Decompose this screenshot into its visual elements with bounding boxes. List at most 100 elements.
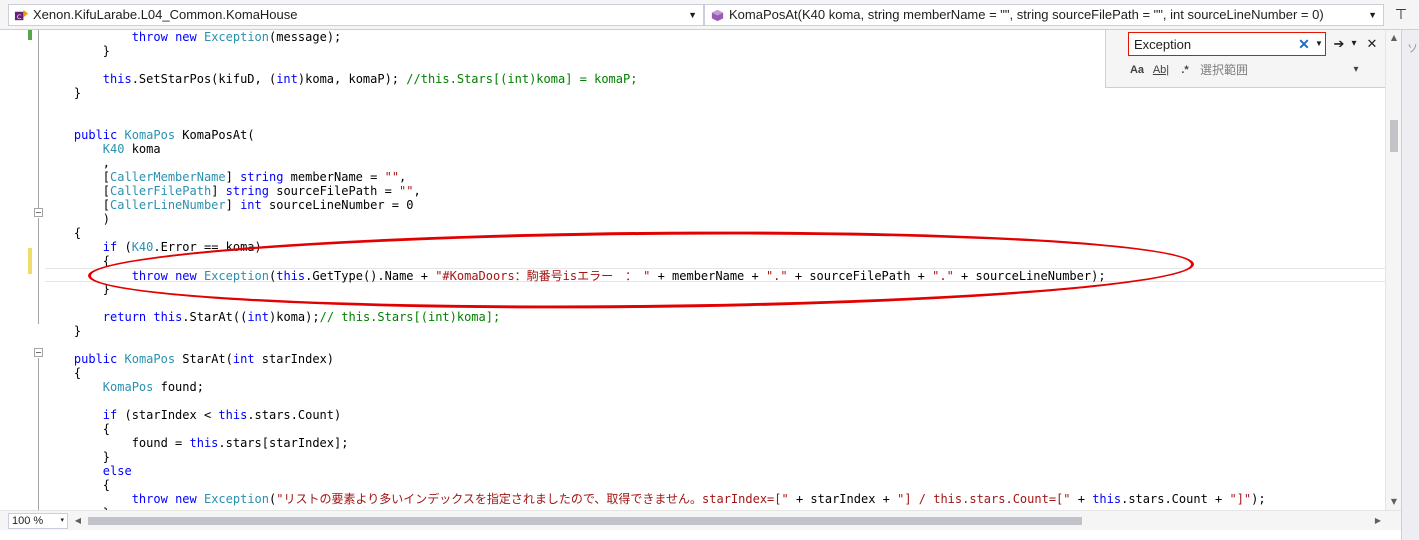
code-line[interactable]: { <box>45 422 1385 436</box>
navigation-bar: C Xenon.KifuLarabe.L04_Common.KomaHouse … <box>0 0 1419 30</box>
code-line[interactable]: found = this.stars[starIndex]; <box>45 436 1385 450</box>
outline-guide <box>38 358 39 510</box>
code-line[interactable]: public KomaPos KomaPosAt( <box>45 128 1385 142</box>
regex-icon[interactable]: .* <box>1176 61 1194 79</box>
match-case-icon[interactable]: Aa <box>1128 61 1146 79</box>
search-scope-dropdown[interactable]: 選択範囲 <box>1200 61 1248 79</box>
code-token: CallerLineNumber <box>110 198 226 212</box>
collapse-toggle[interactable] <box>34 208 43 217</box>
scroll-up-icon[interactable]: ▲ <box>1386 30 1402 46</box>
code-token: + starIndex + <box>788 492 898 506</box>
match-whole-word-icon[interactable]: Ab| <box>1152 61 1170 79</box>
code-token: .GetType().Name + <box>305 269 436 283</box>
code-line[interactable]: } <box>45 324 1385 338</box>
code-token: Exception <box>203 492 270 506</box>
code-token: ] <box>225 198 241 212</box>
collapse-toggle[interactable] <box>34 348 43 357</box>
project-dropdown[interactable]: C Xenon.KifuLarabe.L04_Common.KomaHouse … <box>8 4 704 26</box>
code-line[interactable]: throw new Exception("リストの要素より多いインデックスを指定… <box>45 492 1385 506</box>
zoom-dropdown[interactable]: 100 % ▾ <box>8 513 68 529</box>
code-line[interactable]: throw new Exception(this.GetType().Name … <box>45 268 1385 283</box>
code-line[interactable] <box>45 394 1385 408</box>
code-line[interactable]: else <box>45 464 1385 478</box>
code-line[interactable]: , <box>45 156 1385 170</box>
code-token: KomaPos <box>102 380 154 394</box>
close-icon[interactable]: ✕ <box>1364 34 1380 54</box>
code-token: "] / this.stars.Count=[" <box>897 492 1071 506</box>
code-line[interactable]: { <box>45 254 1385 268</box>
code-token: return <box>102 310 147 324</box>
code-line[interactable]: } <box>45 282 1385 296</box>
code-token: // this.Stars[(int)koma]; <box>319 310 501 324</box>
horizontal-scrollbar[interactable]: ◀ ▶ <box>72 513 1384 529</box>
code-token: KomaPosAt( <box>175 128 255 142</box>
code-line[interactable] <box>45 100 1385 114</box>
code-token: , <box>45 156 111 170</box>
search-history-dropdown-icon[interactable]: ▼ <box>1313 34 1325 54</box>
code-token: K40 <box>131 240 154 254</box>
member-dropdown-label: KomaPosAt(K40 koma, string memberName = … <box>729 7 1324 22</box>
scroll-right-icon[interactable]: ▶ <box>1372 513 1384 529</box>
code-token: ( <box>117 240 132 254</box>
scroll-down-icon[interactable]: ▼ <box>1386 494 1402 510</box>
split-window-icon[interactable]: ⊤ <box>1389 4 1413 26</box>
horizontal-scroll-thumb[interactable] <box>88 517 1082 525</box>
code-token: new <box>175 269 197 283</box>
code-line[interactable]: if (K40.Error == koma) <box>45 240 1385 254</box>
vertical-scroll-thumb[interactable] <box>1390 120 1398 152</box>
code-line[interactable] <box>45 114 1385 128</box>
code-token: string <box>225 184 269 198</box>
code-line[interactable]: ) <box>45 212 1385 226</box>
code-line[interactable]: [CallerMemberName] string memberName = "… <box>45 170 1385 184</box>
scroll-left-icon[interactable]: ◀ <box>72 513 84 529</box>
code-line[interactable]: public KomaPos StarAt(int starIndex) <box>45 352 1385 366</box>
code-token: found = <box>45 436 190 450</box>
code-token: KomaPos <box>124 128 176 142</box>
code-line[interactable]: { <box>45 366 1385 380</box>
saved-change-mark <box>28 30 32 40</box>
find-options-icon[interactable]: ▾ <box>1349 34 1359 54</box>
code-line[interactable] <box>45 296 1385 310</box>
unsaved-change-mark <box>28 248 32 274</box>
code-line[interactable]: return this.StarAt((int)koma);// this.St… <box>45 310 1385 324</box>
clear-search-icon[interactable]: ✕ <box>1297 34 1311 54</box>
code-area[interactable]: throw new Exception(message); } this.Set… <box>45 30 1385 510</box>
code-token: this <box>189 436 219 450</box>
member-dropdown[interactable]: KomaPosAt(K40 koma, string memberName = … <box>704 4 1384 26</box>
code-token: CallerFilePath <box>110 184 212 198</box>
code-token: KomaPos <box>124 352 176 366</box>
code-line[interactable]: } <box>45 450 1385 464</box>
code-line[interactable]: K40 koma <box>45 142 1385 156</box>
code-token: throw <box>131 269 168 283</box>
code-line[interactable] <box>45 338 1385 352</box>
code-token: } <box>45 450 111 464</box>
code-line[interactable]: [CallerFilePath] string sourceFilePath =… <box>45 184 1385 198</box>
code-token: StarAt( <box>175 352 233 366</box>
code-token: + sourceFilePath + <box>787 269 933 283</box>
code-line[interactable]: } <box>45 86 1385 100</box>
find-next-icon[interactable]: ➔ <box>1331 34 1347 54</box>
code-token: )koma, komaP); <box>297 72 407 86</box>
code-line[interactable]: { <box>45 478 1385 492</box>
side-tab-label[interactable]: ソ <box>1407 40 1418 56</box>
chevron-down-icon: ▼ <box>1368 10 1377 20</box>
code-token: (starIndex < <box>117 408 219 422</box>
code-token: Exception <box>203 269 270 283</box>
code-editor[interactable]: throw new Exception(message); } this.Set… <box>0 30 1385 510</box>
code-line[interactable]: KomaPos found; <box>45 380 1385 394</box>
vertical-scrollbar[interactable]: ▲ ▼ <box>1385 30 1401 510</box>
code-line[interactable]: [CallerLineNumber] int sourceLineNumber … <box>45 198 1385 212</box>
code-token: if <box>102 240 118 254</box>
code-line[interactable]: { <box>45 226 1385 240</box>
code-line[interactable]: if (starIndex < this.stars.Count) <box>45 408 1385 422</box>
chevron-down-icon[interactable]: ▾ <box>1350 61 1362 79</box>
